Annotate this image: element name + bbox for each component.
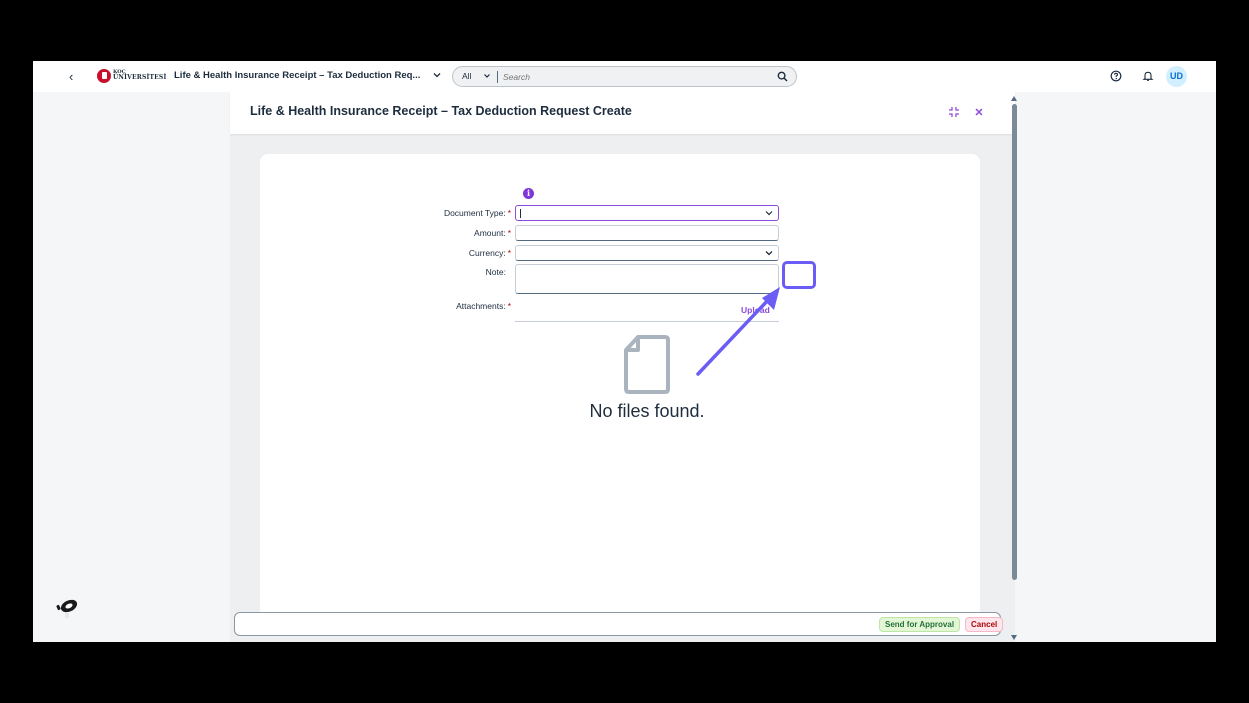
info-icon[interactable]: i [523,188,534,199]
logo-line2: ÜNİVERSİTESİ [113,74,167,81]
search-field: All [452,66,797,87]
search-separator [497,71,498,83]
user-avatar[interactable]: UD [1166,66,1187,87]
send-for-approval-button[interactable]: Send for Approval [879,617,961,632]
cancel-button[interactable]: Cancel [965,617,1004,632]
search-icon[interactable] [777,71,788,82]
text-cursor [520,209,521,218]
create-dialog: Life & Health Insurance Receipt – Tax De… [230,92,1015,642]
exit-fullscreen-icon[interactable] [947,105,961,119]
dialog-title: Life & Health Insurance Receipt – Tax De… [250,104,632,118]
amount-input[interactable] [515,225,779,241]
vertical-scrollbar[interactable] [1011,96,1018,642]
assistant-launcher-icon[interactable] [55,596,81,622]
chevron-down-icon[interactable] [764,208,774,218]
scroll-up-icon[interactable] [1011,96,1017,101]
close-icon[interactable] [972,105,986,119]
scroll-thumb[interactable] [1012,104,1017,580]
footer-toolbar: Send for Approval Cancel [234,612,1004,636]
note-label: Note: [485,267,506,277]
search-scope-select[interactable]: All [462,71,471,81]
shell-bar: ‹ KOÇ ÜNİVERSİTESİ Life & Health Insuran… [33,61,1216,92]
chevron-down-icon[interactable] [483,72,491,80]
document-type-combobox[interactable] [515,205,779,221]
search-input[interactable] [503,69,763,84]
company-logo[interactable]: KOÇ ÜNİVERSİTESİ [97,69,166,84]
blank-document-icon [624,335,670,394]
dialog-header: Life & Health Insurance Receipt – Tax De… [230,92,1015,134]
form-card: i Document Type: * Amount: * Currency: * No… [260,154,980,624]
no-files-message: No files found. [589,401,705,421]
currency-select[interactable] [515,245,779,261]
annotation-arrow-icon [696,287,780,376]
back-icon[interactable]: ‹ [69,69,73,84]
attachments-label: Attachments: * [456,301,511,311]
app-title[interactable]: Life & Health Insurance Receipt – Tax De… [174,70,420,81]
chevron-down-icon[interactable] [432,70,442,80]
logo-mark-icon [97,69,111,83]
currency-label: Currency: * [468,248,511,258]
notifications-bell-icon[interactable] [1142,70,1154,82]
amount-label: Amount: * [474,228,511,238]
scroll-down-icon[interactable] [1011,635,1017,640]
chevron-down-icon[interactable] [764,248,774,258]
screen: ‹ KOÇ ÜNİVERSİTESİ Life & Health Insuran… [33,61,1216,642]
help-icon[interactable] [1110,70,1122,82]
document-type-label: Document Type: * [443,208,511,218]
